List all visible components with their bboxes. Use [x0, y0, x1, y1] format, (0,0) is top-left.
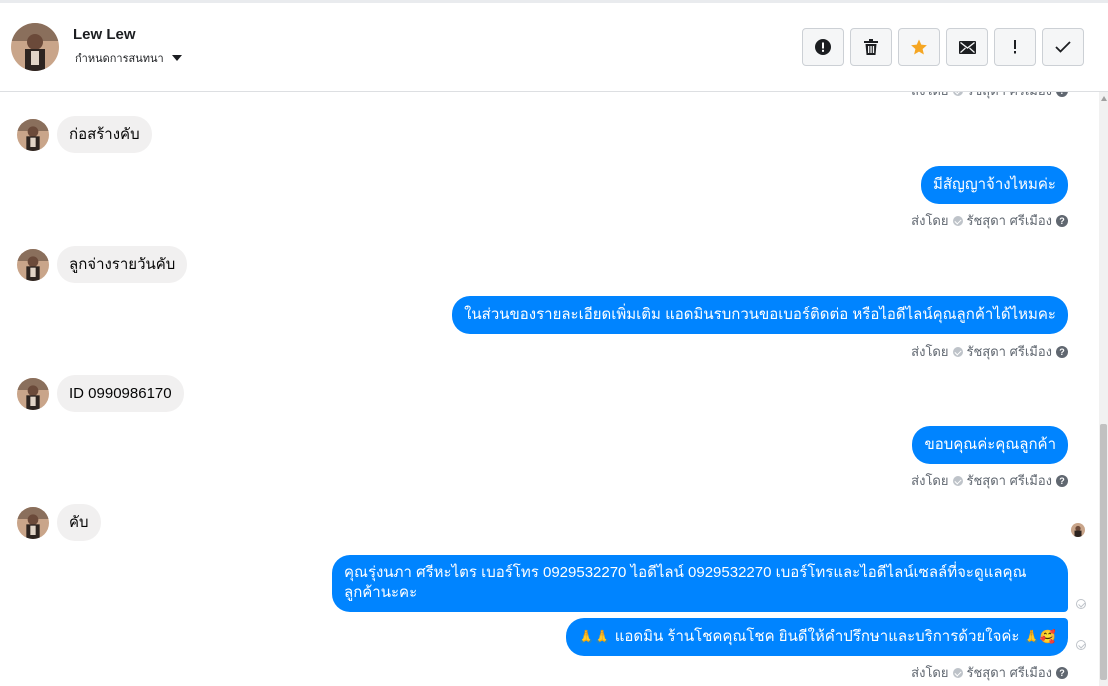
help-icon[interactable]: ? — [1056, 345, 1068, 358]
help-icon[interactable]: ? — [1056, 214, 1068, 227]
sent-by-meta: ส่งโดย รัชสุดา ศรีเมือง ? — [911, 662, 1068, 683]
outgoing-message-multiline[interactable]: คุณรุ่งนภา ศรีหะไตร เบอร์โทร 0929532270 … — [332, 555, 1068, 612]
contact-avatar-small[interactable] — [17, 377, 49, 410]
message-thread[interactable]: ส่งโดย รัชสุดา ศรีเมือง ? ก่อสร้างคับ มี… — [0, 92, 1097, 686]
incoming-message-row: ลูกจ่างรายวันคับ — [17, 246, 188, 283]
scrollbar-thumb[interactable] — [1100, 424, 1107, 680]
sender-name: รัชสุดา ศรีเมือง — [967, 92, 1053, 101]
sent-by-label: ส่งโดย — [911, 213, 949, 228]
star-button[interactable] — [898, 28, 940, 66]
sent-check-icon — [952, 92, 963, 96]
outgoing-message[interactable]: ขอบคุณค่ะคุณลูกค้า — [912, 426, 1068, 464]
sender-name: รัชสุดา ศรีเมือง — [966, 473, 1053, 488]
sender-name: รัชสุดา ศรีเมือง — [966, 665, 1053, 680]
emoji-suffix: 🙏🥰 — [1023, 629, 1056, 644]
exclamation-circle-icon — [815, 39, 831, 55]
incoming-message[interactable]: ก่อสร้างคับ — [57, 116, 152, 153]
contact-avatar-small[interactable] — [17, 506, 49, 539]
incoming-message[interactable]: ID 0990986170 — [57, 375, 184, 412]
done-button[interactable] — [1042, 28, 1084, 66]
incoming-message[interactable]: คับ — [57, 504, 101, 541]
sent-by-meta: ส่งโดย รัชสุดา ศรีเมือง ? — [911, 210, 1068, 231]
check-icon — [1055, 41, 1071, 53]
help-icon[interactable]: ? — [1056, 666, 1068, 679]
contact-avatar-small[interactable] — [17, 248, 49, 281]
sent-check-icon — [952, 215, 963, 226]
sent-by-label: ส่งโดย — [911, 92, 948, 101]
report-button[interactable] — [802, 28, 844, 66]
conversation-schedule-dropdown[interactable]: กำหนดการสนทนา — [75, 49, 182, 67]
exclamation-icon — [1014, 40, 1016, 54]
incoming-message-row: ID 0990986170 — [17, 375, 184, 412]
sent-by-meta-clipped: ส่งโดย รัชสุดา ศรีเมือง ? — [911, 92, 1068, 101]
emoji-prefix: 🙏🙏 — [578, 629, 611, 644]
flag-button[interactable] — [994, 28, 1036, 66]
sender-name: รัชสุดา ศรีเมือง — [966, 344, 1053, 359]
sender-name: รัชสุดา ศรีเมือง — [966, 213, 1053, 228]
trash-icon — [864, 39, 878, 55]
outgoing-message[interactable]: ในส่วนของรายละเอียดเพิ่มเติม แอดมินรบกวน… — [452, 296, 1068, 334]
delete-button[interactable] — [850, 28, 892, 66]
conversation-header: Lew Lew กำหนดการสนทนา — [0, 3, 1108, 92]
contact-avatar-small[interactable] — [17, 118, 49, 151]
sent-by-meta: ส่งโดย รัชสุดา ศรีเมือง ? — [911, 341, 1068, 362]
contact-avatar[interactable] — [11, 23, 59, 71]
sent-by-label: ส่งโดย — [911, 665, 949, 680]
sent-by-meta: ส่งโดย รัชสุดา ศรีเมือง ? — [911, 470, 1068, 491]
envelope-icon — [958, 40, 976, 54]
outgoing-message[interactable]: มีสัญญาจ้างไหมค่ะ — [921, 166, 1068, 204]
delivered-check-icon — [1076, 599, 1086, 609]
contact-name[interactable]: Lew Lew — [73, 26, 136, 43]
incoming-message-row: คับ — [17, 504, 101, 541]
sent-by-label: ส่งโดย — [911, 473, 949, 488]
help-icon[interactable]: ? — [1056, 92, 1068, 97]
star-icon — [911, 39, 927, 55]
outgoing-message[interactable]: 🙏🙏 แอดมิน ร้านโชคคุณโชค ยินดีให้คำปรึกษา… — [566, 618, 1068, 656]
sent-check-icon — [952, 667, 963, 678]
sent-check-icon — [952, 346, 963, 357]
conversation-schedule-label: กำหนดการสนทนา — [75, 53, 164, 65]
incoming-message[interactable]: ลูกจ่างรายวันคับ — [57, 246, 188, 283]
outgoing-message-text: แอดมิน ร้านโชคคุณโชค ยินดีให้คำปรึกษาและ… — [614, 628, 1020, 645]
help-icon[interactable]: ? — [1056, 474, 1068, 487]
scroll-up-arrow-icon[interactable] — [1101, 96, 1107, 101]
incoming-message-row: ก่อสร้างคับ — [17, 116, 152, 153]
sent-check-icon — [952, 475, 963, 486]
delivered-check-icon — [1076, 640, 1086, 650]
header-actions — [802, 28, 1084, 66]
caret-down-icon — [171, 55, 182, 61]
mark-unread-button[interactable] — [946, 28, 988, 66]
sent-by-label: ส่งโดย — [911, 344, 949, 359]
seen-avatar — [1071, 523, 1085, 537]
